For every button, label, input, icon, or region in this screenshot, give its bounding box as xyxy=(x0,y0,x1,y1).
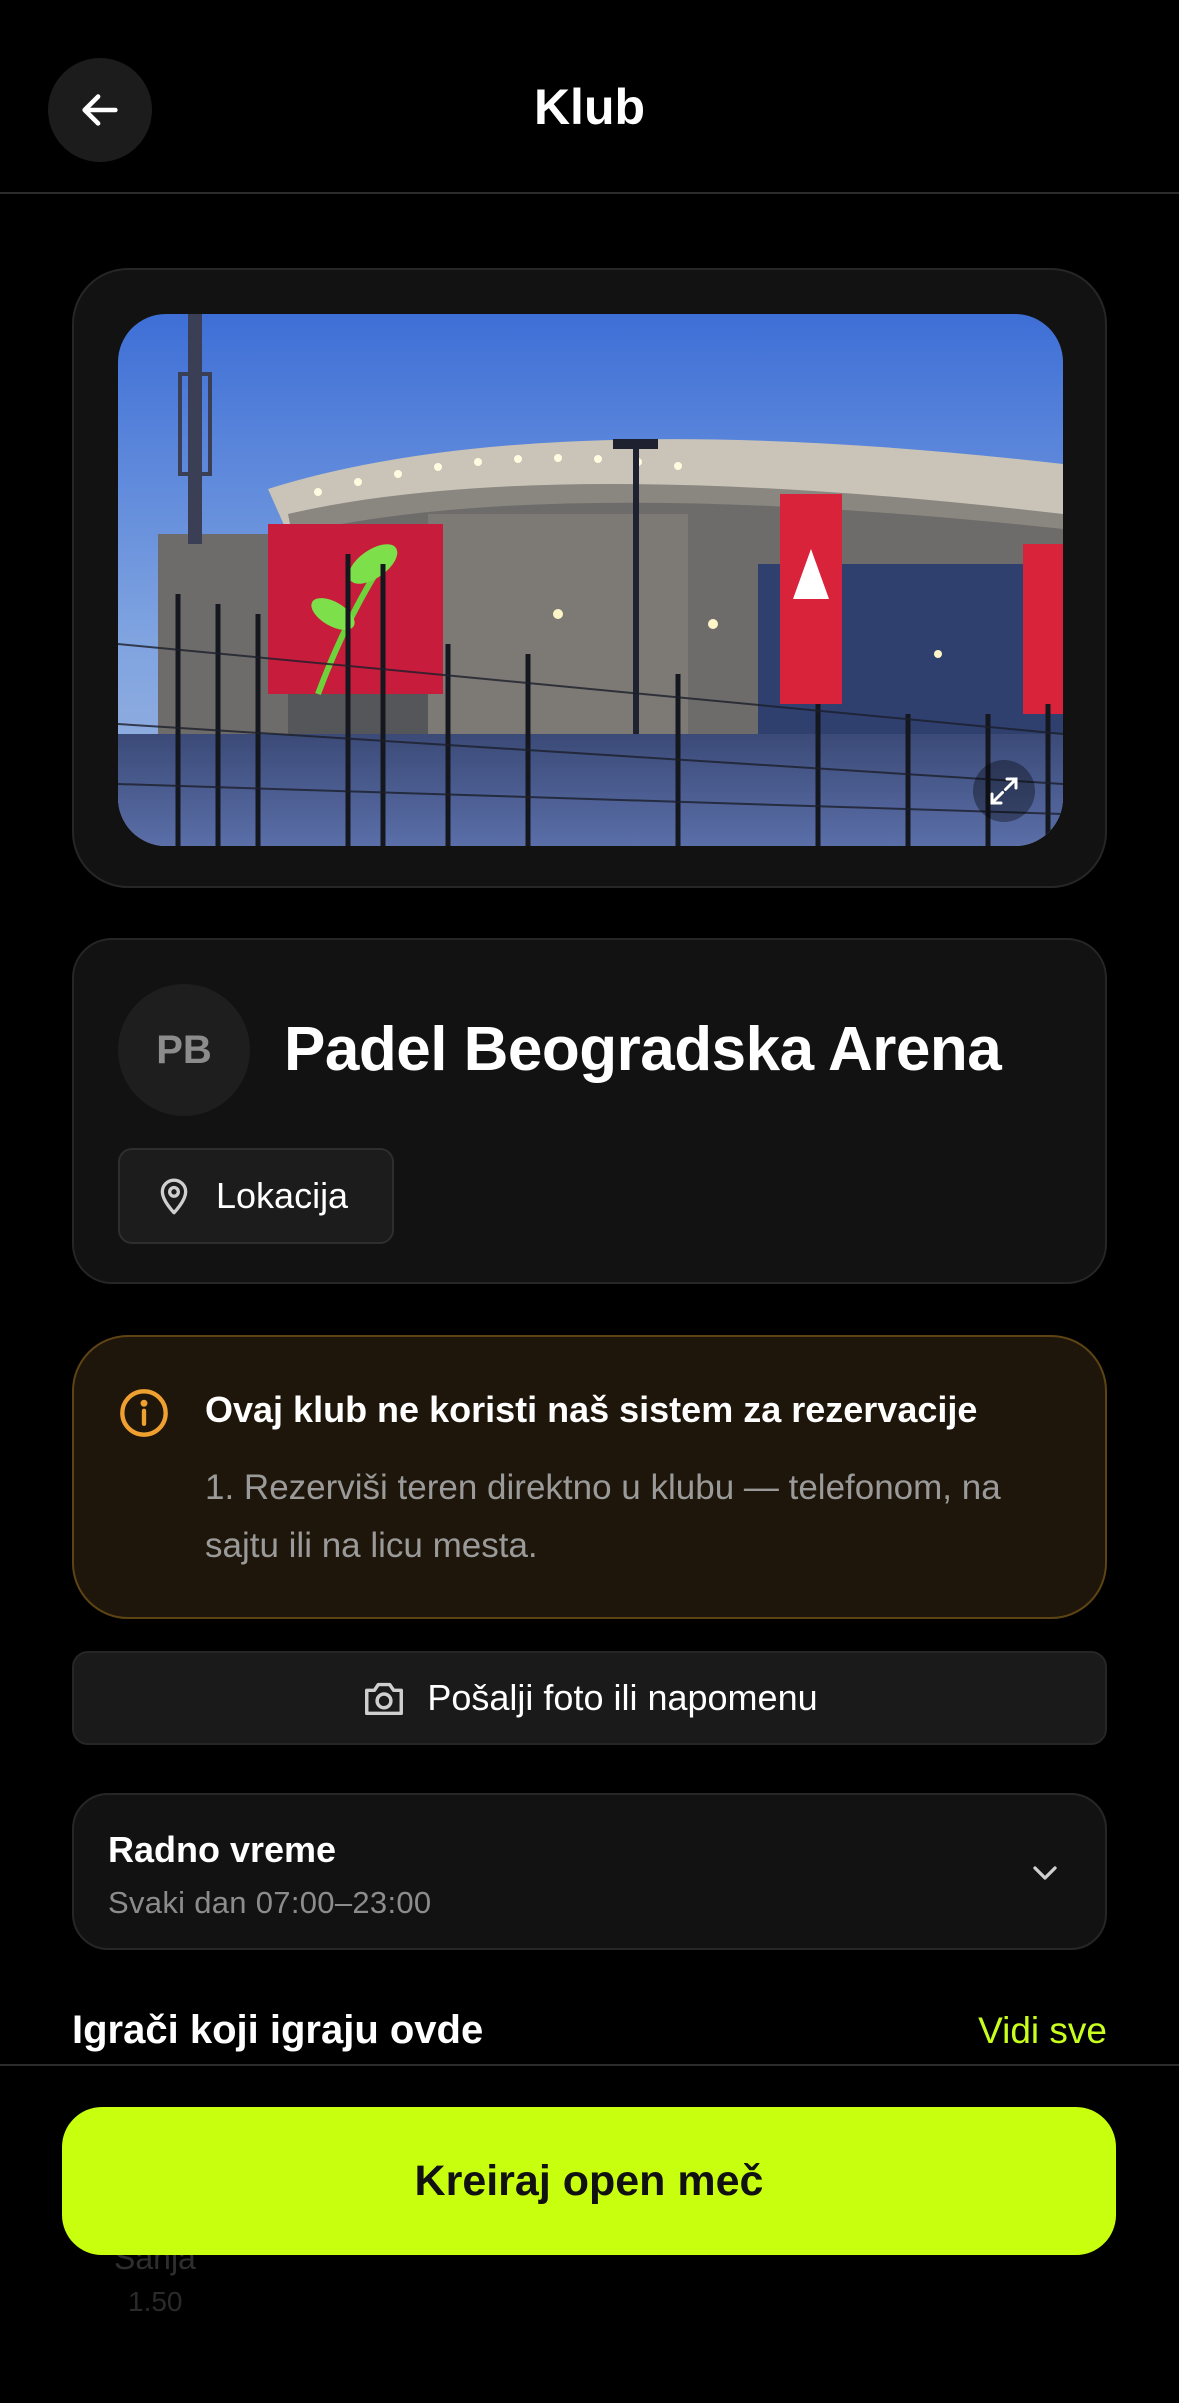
send-photo-note-label: Pošalji foto ili napomenu xyxy=(427,1677,818,1718)
booking-notice: Ovaj klub ne koristi naš sistem za rezer… xyxy=(72,1335,1107,1619)
club-name: Padel Beogradska Arena xyxy=(284,1015,1002,1084)
chevron-down-icon xyxy=(1033,1866,1057,1880)
top-bar: Klub xyxy=(0,0,1179,194)
club-photo[interactable] xyxy=(118,314,1063,846)
map-pin-icon xyxy=(160,1178,188,1215)
create-open-match-button[interactable]: Kreiraj open meč xyxy=(62,2107,1116,2255)
send-photo-note-button[interactable]: Pošalji foto ili napomenu xyxy=(72,1651,1107,1745)
camera-icon xyxy=(365,1682,404,1716)
page-title: Klub xyxy=(533,79,646,135)
location-button[interactable]: Lokacija xyxy=(118,1148,394,1244)
working-hours-title: Radno vreme xyxy=(108,1829,337,1870)
expand-photo-button[interactable] xyxy=(973,760,1035,822)
expand-icon xyxy=(990,777,1018,805)
notice-title: Ovaj klub ne koristi naš sistem za rezer… xyxy=(205,1389,978,1430)
divider xyxy=(0,2064,1179,2066)
club-info-card: PB Padel Beogradska Arena Lokacija xyxy=(72,938,1107,1284)
arena-photo-illustration xyxy=(118,314,1063,846)
club-photo-card xyxy=(72,268,1107,888)
create-open-match-label: Kreiraj open meč xyxy=(414,2156,764,2205)
players-section-title: Igrači koji igraju ovde xyxy=(72,2008,484,2052)
location-label: Lokacija xyxy=(216,1175,349,1216)
player-rating: 1.50 xyxy=(128,2286,183,2317)
club-avatar: PB xyxy=(118,984,250,1116)
info-icon xyxy=(120,1389,168,1437)
working-hours-card[interactable]: Radno vreme Svaki dan 07:00–23:00 xyxy=(72,1793,1107,1950)
working-hours-text: Svaki dan 07:00–23:00 xyxy=(108,1885,432,1920)
see-all-link[interactable]: Vidi sve xyxy=(978,2010,1107,2052)
notice-text: 1. Rezerviši teren direktno u klubu — te… xyxy=(205,1468,1001,1565)
